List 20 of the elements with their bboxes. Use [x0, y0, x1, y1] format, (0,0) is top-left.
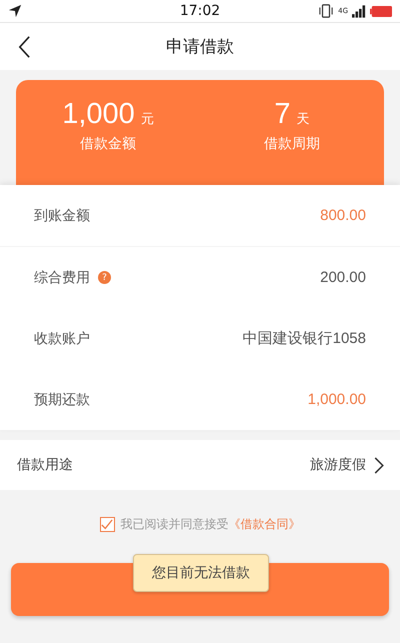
- page-title: 申请借款: [166, 36, 234, 58]
- detail-label: 综合费用: [34, 268, 90, 286]
- message-toast: 您目前无法借款: [133, 554, 269, 592]
- detail-value: 200.00: [320, 269, 366, 286]
- detail-label: 预期还款: [34, 390, 90, 408]
- summary-unit: 元: [140, 111, 154, 128]
- detail-value: 800.00: [320, 207, 366, 224]
- agreement-text: 我已阅读并同意接受: [120, 516, 228, 533]
- detail-value: 中国建设银行1058: [242, 329, 366, 348]
- summary-value: 7: [274, 98, 291, 131]
- detail-label: 到账金额: [34, 206, 90, 224]
- detail-label: 收款账户: [34, 330, 90, 348]
- summary-value: 1,000: [62, 98, 135, 131]
- summary-label: 借款周期: [264, 135, 320, 153]
- purpose-label: 借款用途: [17, 456, 73, 474]
- status-time: 17:02: [180, 3, 220, 19]
- summary-label: 借款金额: [80, 135, 136, 153]
- detail-value: 1,000.00: [308, 391, 366, 408]
- purpose-value: 旅游度假: [310, 456, 366, 474]
- summary-unit: 天: [296, 111, 310, 128]
